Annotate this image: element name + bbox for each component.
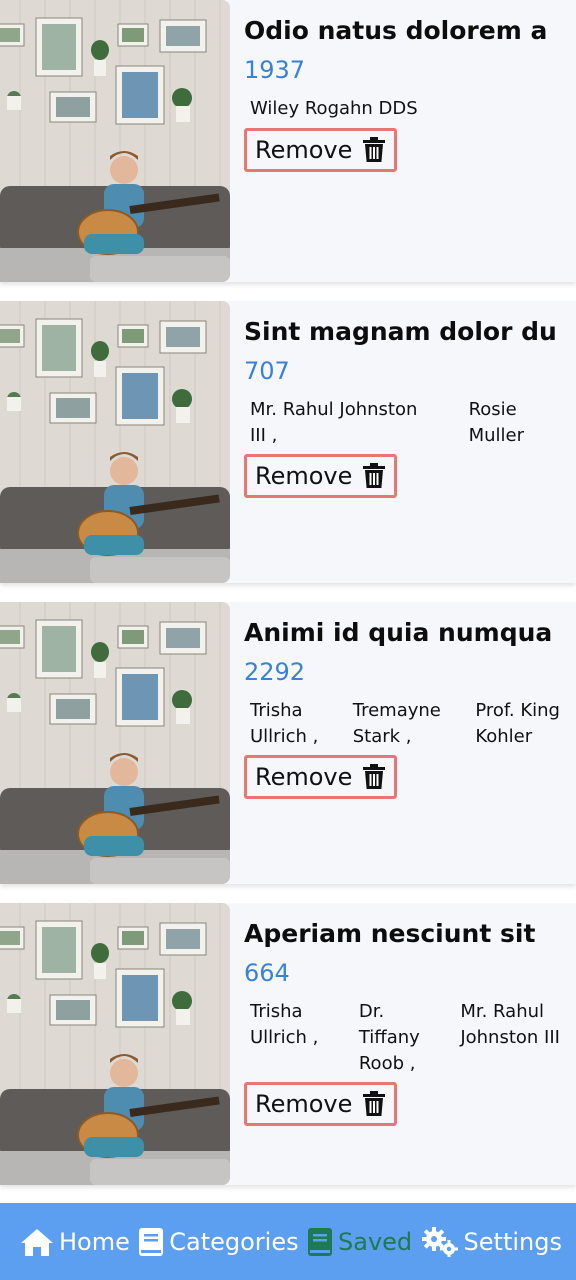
remove-button[interactable]: Remove bbox=[244, 454, 398, 498]
author-name: Trisha Ullrich , bbox=[250, 1001, 319, 1048]
item-year: 664 bbox=[244, 959, 290, 987]
author-name: Rosie Muller bbox=[468, 399, 524, 446]
saved-item-card[interactable]: Odio natus dolorem a 1937 Wiley Rogahn D… bbox=[0, 0, 576, 282]
item-thumbnail bbox=[0, 0, 230, 282]
book-icon bbox=[139, 1227, 164, 1256]
trash-icon bbox=[363, 463, 386, 488]
item-thumbnail bbox=[0, 602, 230, 884]
item-title[interactable]: Odio natus dolorem a bbox=[244, 16, 564, 45]
tab-settings-label: Settings bbox=[463, 1227, 562, 1256]
item-year: 1937 bbox=[244, 56, 306, 84]
bookmark-book-icon bbox=[308, 1227, 332, 1256]
item-title[interactable]: Animi id quia numqua bbox=[244, 618, 564, 647]
item-thumbnail bbox=[0, 301, 230, 583]
item-authors: Mr. Rahul Johnston III , Rosie Muller bbox=[250, 397, 560, 449]
author-name: Tremayne Stark , bbox=[352, 700, 441, 747]
gears-icon bbox=[421, 1226, 458, 1257]
item-authors: Trisha Ullrich , Tremayne Stark , Prof. … bbox=[250, 698, 560, 750]
item-year: 707 bbox=[244, 357, 290, 385]
trash-icon bbox=[363, 137, 386, 162]
tab-settings[interactable]: Settings bbox=[421, 1226, 562, 1257]
tab-saved-label: Saved bbox=[338, 1227, 413, 1256]
saved-item-card[interactable]: Sint magnam dolor du 707 Mr. Rahul Johns… bbox=[0, 301, 576, 583]
item-year: 2292 bbox=[244, 658, 306, 686]
remove-button[interactable]: Remove bbox=[244, 1082, 398, 1126]
author-name: Wiley Rogahn DDS bbox=[250, 98, 418, 119]
bottom-tab-bar: Home Categories Saved Settings bbox=[0, 1203, 576, 1280]
tab-saved[interactable]: Saved bbox=[307, 1227, 412, 1257]
author-name: Mr. Rahul Johnston III , bbox=[250, 399, 418, 446]
home-icon bbox=[21, 1228, 53, 1256]
remove-button-label: Remove bbox=[255, 763, 353, 791]
saved-item-card[interactable]: Animi id quia numqua 2292 Trisha Ullrich… bbox=[0, 602, 576, 884]
item-authors: Trisha Ullrich , Dr. Tiffany Roob , Mr. … bbox=[250, 999, 560, 1077]
remove-button[interactable]: Remove bbox=[244, 128, 398, 172]
tab-categories[interactable]: Categories bbox=[138, 1227, 299, 1257]
item-title[interactable]: Aperiam nesciunt sit bbox=[244, 919, 564, 948]
trash-icon bbox=[363, 764, 386, 789]
item-title[interactable]: Sint magnam dolor du bbox=[244, 317, 564, 346]
saved-item-card[interactable]: Aperiam nesciunt sit 664 Trisha Ullrich … bbox=[0, 903, 576, 1185]
remove-button[interactable]: Remove bbox=[244, 755, 398, 799]
remove-button-label: Remove bbox=[255, 136, 353, 164]
tab-home[interactable]: Home bbox=[20, 1227, 130, 1257]
tab-categories-label: Categories bbox=[169, 1227, 299, 1256]
author-name: Trisha Ullrich , bbox=[250, 700, 319, 747]
remove-button-label: Remove bbox=[255, 1090, 353, 1118]
author-name: Mr. Rahul Johnston III bbox=[460, 1001, 560, 1048]
author-name: Dr. Tiffany Roob , bbox=[358, 1001, 420, 1074]
remove-button-label: Remove bbox=[255, 462, 353, 490]
tab-home-label: Home bbox=[59, 1227, 130, 1256]
item-authors: Wiley Rogahn DDS bbox=[250, 96, 560, 122]
trash-icon bbox=[363, 1091, 386, 1116]
author-name: Prof. King Kohler bbox=[475, 700, 560, 747]
item-thumbnail bbox=[0, 903, 230, 1185]
